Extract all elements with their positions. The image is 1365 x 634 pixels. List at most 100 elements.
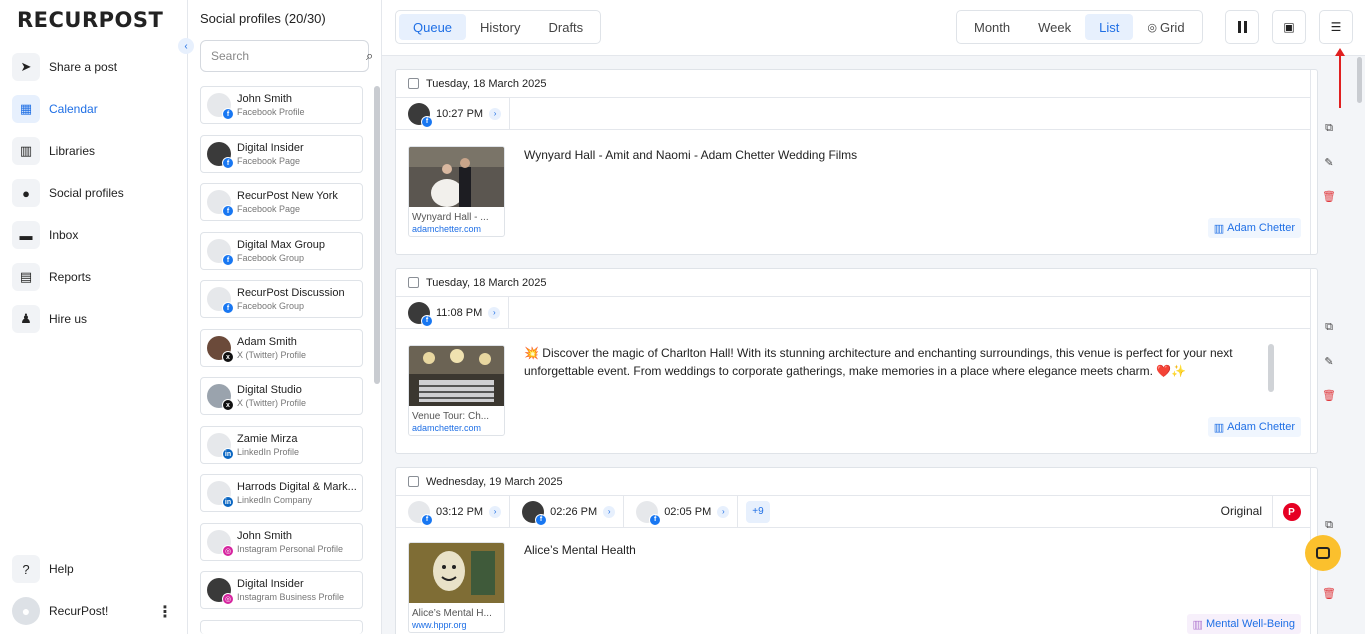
chevron-right-icon[interactable]: › (489, 505, 502, 518)
preview-link[interactable]: adamchetter.com (409, 223, 504, 236)
preview-link[interactable]: adamchetter.com (409, 422, 504, 435)
delete-icon[interactable]: 🗑 (1320, 386, 1338, 404)
search-input[interactable] (211, 49, 366, 63)
main-scrollbar[interactable] (1357, 57, 1362, 103)
select-checkbox[interactable] (408, 78, 419, 89)
time-slot[interactable]: f 03:12 PM › (396, 495, 511, 528)
select-checkbox[interactable] (408, 476, 419, 487)
instagram-icon: ◎ (222, 545, 234, 557)
chevron-right-icon[interactable]: › (488, 306, 501, 319)
help-icon: ? (12, 555, 40, 583)
post-text: 💥 Discover the magic of Charlton Hall! W… (524, 346, 1233, 378)
text-scrollbar[interactable] (1268, 344, 1274, 392)
profile-card[interactable]: ◎ John Smith Instagram Personal Profile (200, 523, 363, 561)
recurpost-logo[interactable]: RECURPOST (17, 8, 163, 32)
profile-card[interactable]: f Digital Max Group Facebook Group (200, 232, 363, 270)
nav-social-profiles[interactable]: ● Social profiles (12, 178, 177, 208)
chevron-right-icon[interactable]: › (489, 107, 502, 120)
nav-calendar[interactable]: ▦ Calendar (12, 94, 177, 124)
tab-week[interactable]: Week (1024, 14, 1085, 40)
nav-label: Inbox (49, 228, 79, 242)
duplicate-icon[interactable]: ⧉ (1320, 119, 1338, 137)
collapse-sidebar-button[interactable]: ‹ (178, 38, 194, 54)
profile-type: Facebook Profile (237, 107, 305, 117)
profile-type: Instagram Personal Profile (237, 544, 344, 554)
profile-name: RecurPost New York (237, 190, 338, 202)
duplicate-icon[interactable]: ⧉ (1320, 516, 1338, 534)
chevron-right-icon[interactable]: › (717, 505, 730, 518)
profile-card[interactable]: x Adam Smith X (Twitter) Profile (200, 329, 363, 367)
profile-card[interactable]: f RecurPost New York Facebook Page (200, 183, 363, 221)
tab-grid[interactable]: ◎ Grid (1133, 14, 1198, 40)
profile-card[interactable]: in Zamie Mirza LinkedIn Profile (200, 426, 363, 464)
profile-avatar: f (207, 93, 234, 120)
profiles-scrollbar[interactable] (374, 86, 380, 384)
filter-settings-button[interactable]: ☰ (1319, 10, 1353, 44)
library-tag[interactable]: ▥ Adam Chetter (1207, 218, 1301, 238)
delete-icon[interactable]: 🗑 (1320, 187, 1338, 205)
profile-name: Digital Insider (237, 578, 304, 590)
tab-history[interactable]: History (466, 14, 534, 40)
time-slot[interactable]: f 11:08 PM › (396, 296, 510, 329)
preview-title: Wynyard Hall - ... (412, 212, 489, 223)
facebook-icon: f (222, 205, 234, 217)
user-menu[interactable]: ● RecurPost! ⋮ (12, 596, 177, 626)
link-preview-card[interactable]: Wynyard Hall - ... adamchetter.com (408, 146, 505, 237)
profile-card[interactable]: f Digital Insider Facebook Page (200, 135, 363, 173)
library-tag[interactable]: ▥ Adam Chetter (1207, 417, 1301, 437)
profile-avatar: ◎ (207, 530, 234, 557)
profile-card[interactable]: in Harrods Digital & Mark... LinkedIn Com… (200, 474, 363, 512)
pause-icon (1237, 21, 1247, 33)
kebab-menu-icon[interactable]: ⋮ (157, 602, 173, 622)
time-slot[interactable]: f 02:26 PM › (510, 495, 625, 528)
nav-share-a-post[interactable]: ➤ Share a post (12, 52, 177, 82)
pinterest-slot[interactable]: P (1272, 496, 1310, 528)
duplicate-icon[interactable]: ⧉ (1320, 318, 1338, 336)
profile-type: Instagram Business Profile (237, 592, 345, 602)
profile-card[interactable]: x Digital Studio X (Twitter) Profile (200, 377, 363, 415)
preview-link[interactable]: www.hppr.org (409, 619, 504, 632)
calendar-sync-button[interactable]: ▣ (1272, 10, 1306, 44)
tab-list[interactable]: List (1085, 14, 1134, 40)
facebook-icon: f (535, 513, 548, 526)
profile-avatar: f (207, 142, 234, 169)
profile-search[interactable]: ⌕ (200, 40, 373, 72)
link-preview-card[interactable]: Alice’s Mental H... www.hppr.org (408, 542, 505, 633)
report-icon: ▤ (12, 263, 40, 291)
profile-card[interactable]: ◎ Digital Insider Instagram Business Prof… (200, 571, 363, 609)
nav-inbox[interactable]: ▬ Inbox (12, 220, 177, 250)
time-slot[interactable]: f 02:05 PM › (624, 495, 739, 528)
search-icon[interactable]: ⌕ (366, 48, 373, 64)
profile-card[interactable]: f John Smith Facebook Profile (200, 86, 363, 124)
chevron-right-icon[interactable]: › (603, 505, 616, 518)
nav-label: Calendar (49, 102, 98, 116)
profile-card[interactable] (200, 620, 363, 634)
tab-drafts[interactable]: Drafts (535, 14, 598, 40)
edit-icon[interactable]: ✎ (1320, 153, 1338, 171)
chat-support-button[interactable] (1305, 535, 1341, 571)
delete-icon[interactable]: 🗑 (1320, 584, 1338, 602)
nav-help[interactable]: ? Help (12, 554, 177, 584)
tab-month[interactable]: Month (960, 14, 1024, 40)
preview-title: Alice’s Mental H... (412, 608, 492, 619)
library-tag[interactable]: ▥ Mental Well-Being (1186, 614, 1301, 634)
profile-card[interactable]: f RecurPost Discussion Facebook Group (200, 280, 363, 318)
edit-icon[interactable]: ✎ (1320, 352, 1338, 370)
nav-reports[interactable]: ▤ Reports (12, 262, 177, 292)
profile-avatar: f (207, 239, 234, 266)
link-preview-card[interactable]: Venue Tour: Ch... adamchetter.com (408, 345, 505, 436)
tab-queue[interactable]: Queue (399, 14, 467, 40)
select-checkbox[interactable] (408, 277, 419, 288)
post-card: Tuesday, 18 March 2025 f 11:08 PM › Venu… (395, 268, 1318, 454)
profile-type: Facebook Group (237, 301, 305, 311)
pause-queue-button[interactable] (1225, 10, 1259, 44)
sliders-icon: ☰ (1330, 20, 1342, 34)
nav-hire-us[interactable]: ♟ Hire us (12, 304, 177, 334)
time-slot[interactable]: f 10:27 PM › (396, 97, 511, 130)
post-text: Wynyard Hall - Amit and Naomi - Adam Che… (524, 148, 858, 162)
slot-time: 11:08 PM (436, 306, 483, 319)
profile-name: Adam Smith (237, 336, 297, 348)
more-slots-button[interactable]: +9 (746, 500, 770, 523)
tab-grid-label: Grid (1159, 19, 1185, 35)
nav-libraries[interactable]: ▥ Libraries (12, 136, 177, 166)
